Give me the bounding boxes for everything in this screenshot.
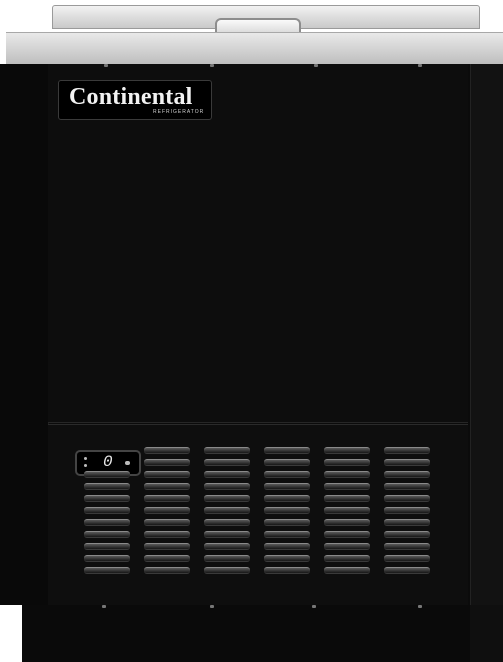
cabinet-left-side <box>0 64 49 605</box>
vent-louver <box>144 459 190 466</box>
vent-louver <box>144 495 190 502</box>
vent-louver <box>324 543 370 550</box>
vent-louver <box>204 483 250 490</box>
screw <box>210 64 214 67</box>
vent-louver <box>264 507 310 514</box>
vent-louver <box>144 555 190 562</box>
vent-louver <box>84 555 130 562</box>
vent-louver <box>204 471 250 478</box>
vent-louver <box>384 447 430 454</box>
brand-subtitle: REFRIGERATOR <box>153 109 205 115</box>
vent-louver <box>144 471 190 478</box>
screw <box>418 605 422 608</box>
cabinet-base-side <box>470 605 503 662</box>
vent-louver <box>204 507 250 514</box>
vent-louver <box>324 555 370 562</box>
screw <box>314 64 318 67</box>
vent-louver <box>204 459 250 466</box>
stainless-top-band <box>6 32 503 65</box>
vent-louver <box>264 555 310 562</box>
vent-louver <box>84 495 130 502</box>
screw <box>104 64 108 67</box>
vent-louver <box>204 495 250 502</box>
vent-louver <box>324 471 370 478</box>
vent-louver <box>384 555 430 562</box>
vent-louver <box>204 531 250 538</box>
vent-louver <box>384 567 430 574</box>
vent-louver <box>84 483 130 490</box>
vent-louver <box>264 519 310 526</box>
vent-louver <box>384 495 430 502</box>
vent-louver <box>264 447 310 454</box>
vent-louver <box>204 555 250 562</box>
vent-louver <box>204 543 250 550</box>
vent-louver <box>144 519 190 526</box>
vent-louver <box>264 483 310 490</box>
vent-louver <box>204 519 250 526</box>
vent-louver <box>324 531 370 538</box>
screw <box>418 64 422 67</box>
vent-louver <box>84 543 130 550</box>
vent-louver <box>324 447 370 454</box>
vent-louver <box>264 531 310 538</box>
vent-louver <box>384 507 430 514</box>
vent-louver <box>84 531 130 538</box>
screw <box>102 605 106 608</box>
screw <box>210 605 214 608</box>
brand-badge: Continental REFRIGERATOR <box>58 80 212 120</box>
vent-louver <box>84 567 130 574</box>
vent-louver <box>204 447 250 454</box>
vent-louver <box>384 519 430 526</box>
screw <box>312 605 316 608</box>
vent-louver <box>84 507 130 514</box>
vent-louver <box>324 519 370 526</box>
vent-louver <box>324 507 370 514</box>
vent-louver <box>144 531 190 538</box>
brand-name: Continental <box>69 84 193 110</box>
vent-louver <box>384 483 430 490</box>
vent-louver <box>264 567 310 574</box>
vent-louver <box>84 471 130 478</box>
vent-louver <box>324 459 370 466</box>
vent-louver <box>324 495 370 502</box>
vent-louver <box>324 483 370 490</box>
vent-louver <box>384 531 430 538</box>
vent-louver <box>204 567 250 574</box>
vent-louver <box>264 459 310 466</box>
vent-louver <box>144 507 190 514</box>
vent-louver <box>384 471 430 478</box>
vent-louver <box>144 483 190 490</box>
cabinet-base <box>22 605 470 662</box>
vent-louver <box>384 459 430 466</box>
vent-louver <box>384 543 430 550</box>
vent-louver <box>324 567 370 574</box>
vent-louver <box>264 495 310 502</box>
vent-grille <box>84 447 444 587</box>
cabinet-right-side <box>470 64 503 605</box>
vent-louver <box>144 543 190 550</box>
vent-louver <box>264 543 310 550</box>
vent-louver <box>84 519 130 526</box>
vent-louver <box>144 447 190 454</box>
vent-louver <box>264 471 310 478</box>
vent-louver <box>144 567 190 574</box>
